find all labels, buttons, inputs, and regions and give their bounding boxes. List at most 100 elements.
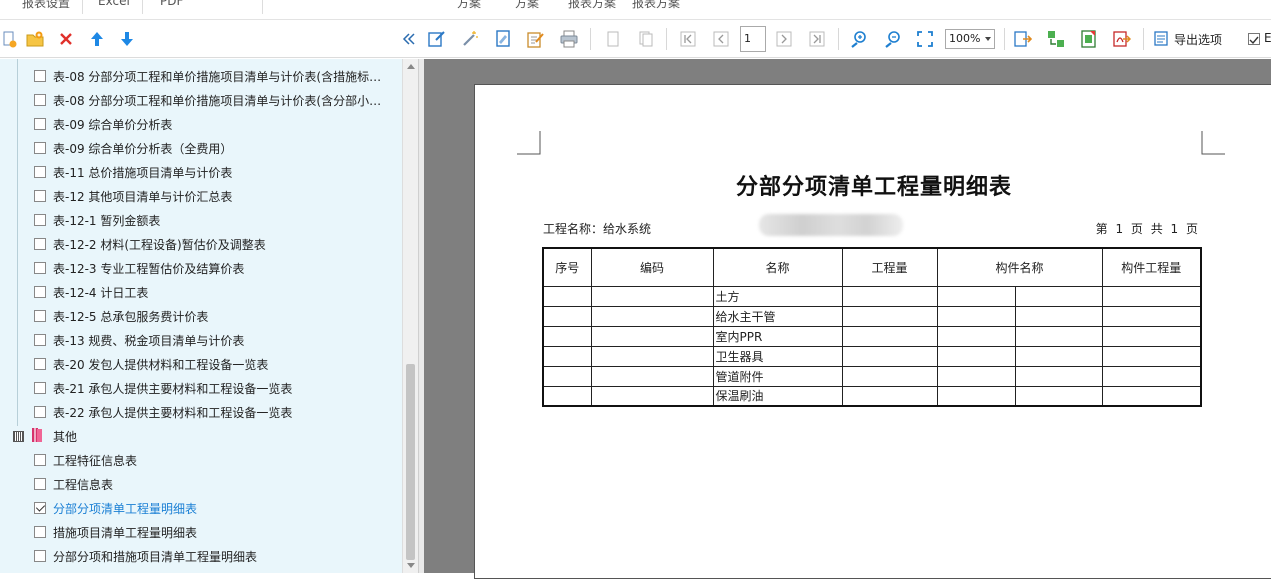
tree-item-checkbox[interactable] (34, 118, 46, 130)
option-checkbox[interactable] (1248, 33, 1260, 45)
export-excel-icon[interactable] (1013, 29, 1033, 49)
tree-item-checkbox[interactable] (34, 310, 46, 322)
menu-scheme-1[interactable]: 方案 (457, 0, 481, 11)
tree-item[interactable]: 工程特征信息表 (0, 448, 400, 472)
scroll-thumb[interactable] (406, 364, 415, 560)
tree-item-checkbox[interactable] (34, 550, 46, 562)
tree-item-checkbox[interactable] (34, 214, 46, 226)
table-row: 给水主干管 (542, 305, 1202, 327)
tree-item-checkbox[interactable] (34, 454, 46, 466)
tree-item-checkbox[interactable] (34, 526, 46, 538)
tree-item[interactable]: 表-11 总价措施项目清单与计价表 (0, 160, 400, 184)
menu-report-scheme-1[interactable]: 报表方案 (568, 0, 616, 11)
export-pdf-icon[interactable] (1112, 29, 1132, 49)
tree-item-label: 表-12-4 计日工表 (53, 286, 149, 300)
tree-item[interactable]: 分部分项和措施项目清单工程量明细表 (0, 544, 400, 568)
tree-item-checkbox[interactable] (34, 94, 46, 106)
table-cell (1014, 325, 1103, 347)
tree-item[interactable]: 表-12 其他项目清单与计价汇总表 (0, 184, 400, 208)
tree-item-checkbox[interactable] (34, 190, 46, 202)
report-design-icon[interactable] (526, 29, 546, 49)
table-cell (542, 385, 592, 407)
tree-item-checkbox[interactable] (34, 70, 46, 82)
tree-item[interactable]: 表-13 规费、税金项目清单与计价表 (0, 328, 400, 352)
edit-report-icon[interactable] (427, 29, 447, 49)
tree-item[interactable]: 表-08 分部分项工程和单价措施项目清单与计价表(含分部小… (0, 88, 400, 112)
page-number-input[interactable]: 1 (740, 26, 766, 52)
prev-page-icon[interactable] (711, 29, 731, 49)
zoom-out-icon[interactable] (883, 29, 903, 49)
tree-item-checkbox[interactable] (34, 406, 46, 418)
add-report-icon[interactable] (0, 29, 20, 49)
table-cell (542, 305, 592, 327)
tree-item[interactable]: 表-09 综合单价分析表（全费用） (0, 136, 400, 160)
tree-item[interactable]: 表-12-4 计日工表 (0, 280, 400, 304)
fit-page-icon[interactable] (915, 29, 935, 49)
tree-item[interactable]: 工程信息表 (0, 472, 400, 496)
scroll-up-icon[interactable] (407, 64, 415, 69)
tree-item-checkbox[interactable] (34, 286, 46, 298)
tree-item[interactable]: 表-12-2 材料(工程设备)暂估价及调整表 (0, 232, 400, 256)
table-cell (1101, 345, 1202, 367)
menu-excel[interactable]: Excel (98, 0, 130, 8)
tree-item[interactable]: 措施项目清单工程量明细表 (0, 520, 400, 544)
menu-report-scheme-2[interactable]: 报表方案 (632, 0, 680, 11)
first-page-icon[interactable] (678, 29, 698, 49)
next-page-icon[interactable] (774, 29, 794, 49)
two-page-icon[interactable] (636, 29, 656, 49)
tree-item[interactable]: 表-09 综合单价分析表 (0, 112, 400, 136)
export-sheet-icon[interactable] (1079, 29, 1099, 49)
tree-item-checkbox[interactable] (34, 238, 46, 250)
move-down-icon[interactable] (117, 29, 137, 49)
collapse-panel-icon[interactable] (399, 29, 419, 49)
tree-scrollbar[interactable] (402, 59, 418, 573)
menu-pdf[interactable]: PDF (160, 0, 183, 8)
tree-item-label: 表-12-1 暂列金额表 (53, 214, 161, 228)
tree-item-checkbox[interactable] (34, 358, 46, 370)
magic-wand-icon[interactable] (460, 29, 480, 49)
tree-item[interactable]: 表-08 分部分项工程和单价措施项目清单与计价表(含措施标… (0, 64, 400, 88)
table-cell (841, 365, 938, 387)
page-setup-icon[interactable] (493, 29, 513, 49)
tree-item[interactable]: 表-12-5 总承包服务费计价表 (0, 304, 400, 328)
tree-item[interactable]: 表-22 承包人提供主要材料和工程设备一览表 (0, 400, 400, 424)
tree-item[interactable]: 表-12-1 暂列金额表 (0, 208, 400, 232)
redacted-text (759, 214, 903, 236)
zoom-select[interactable]: 100% (945, 29, 995, 49)
tree-item-checkbox[interactable] (34, 262, 46, 274)
zoom-in-icon[interactable] (849, 29, 869, 49)
tree-item-checkbox[interactable] (34, 502, 46, 514)
single-page-icon[interactable] (603, 29, 623, 49)
last-page-icon[interactable] (807, 29, 827, 49)
tree-item-label: 表-22 承包人提供主要材料和工程设备一览表 (53, 406, 293, 420)
table-cell (1101, 305, 1202, 327)
export-multi-icon[interactable] (1046, 29, 1066, 49)
report-title: 分部分项清单工程量明细表 (735, 175, 1012, 200)
table-cell (1014, 345, 1103, 367)
report-preview: 分部分项清单工程量明细表 工程名称：给水系统 第 1 页 共 1 页 序号 编码… (424, 59, 1271, 579)
tree-item-checkbox[interactable] (34, 334, 46, 346)
tree-item-label: 表-08 分部分项工程和单价措施项目清单与计价表(含措施标… (53, 70, 382, 84)
delete-icon[interactable] (56, 29, 76, 49)
move-up-icon[interactable] (87, 29, 107, 49)
menu-scheme-2[interactable]: 方案 (515, 0, 539, 11)
toolbar: 1 100% 导出选项 E (0, 20, 1271, 58)
tree-item[interactable]: 表-20 发包人提供材料和工程设备一览表 (0, 352, 400, 376)
tree-item[interactable]: 分部分项清单工程量明细表 (0, 496, 400, 520)
scroll-down-icon[interactable] (407, 563, 415, 568)
tree-item[interactable]: 表-12-3 专业工程暂估价及结算价表 (0, 256, 400, 280)
collapse-toggle-icon[interactable] (13, 431, 24, 442)
table-cell (936, 325, 1016, 347)
export-options-button[interactable]: 导出选项 (1154, 29, 1222, 49)
tree-item-label: 表-13 规费、税金项目清单与计价表 (53, 334, 245, 348)
menu-report-settings[interactable]: 报表设置 (22, 0, 70, 11)
tree-item-checkbox[interactable] (34, 382, 46, 394)
tree-item-checkbox[interactable] (34, 142, 46, 154)
table-cell (841, 285, 938, 307)
tree-group-other[interactable]: 其他 (0, 424, 400, 448)
tree-item-checkbox[interactable] (34, 166, 46, 178)
print-icon[interactable] (559, 29, 579, 49)
tree-item-checkbox[interactable] (34, 478, 46, 490)
add-folder-icon[interactable] (25, 29, 45, 49)
tree-item[interactable]: 表-21 承包人提供主要材料和工程设备一览表 (0, 376, 400, 400)
